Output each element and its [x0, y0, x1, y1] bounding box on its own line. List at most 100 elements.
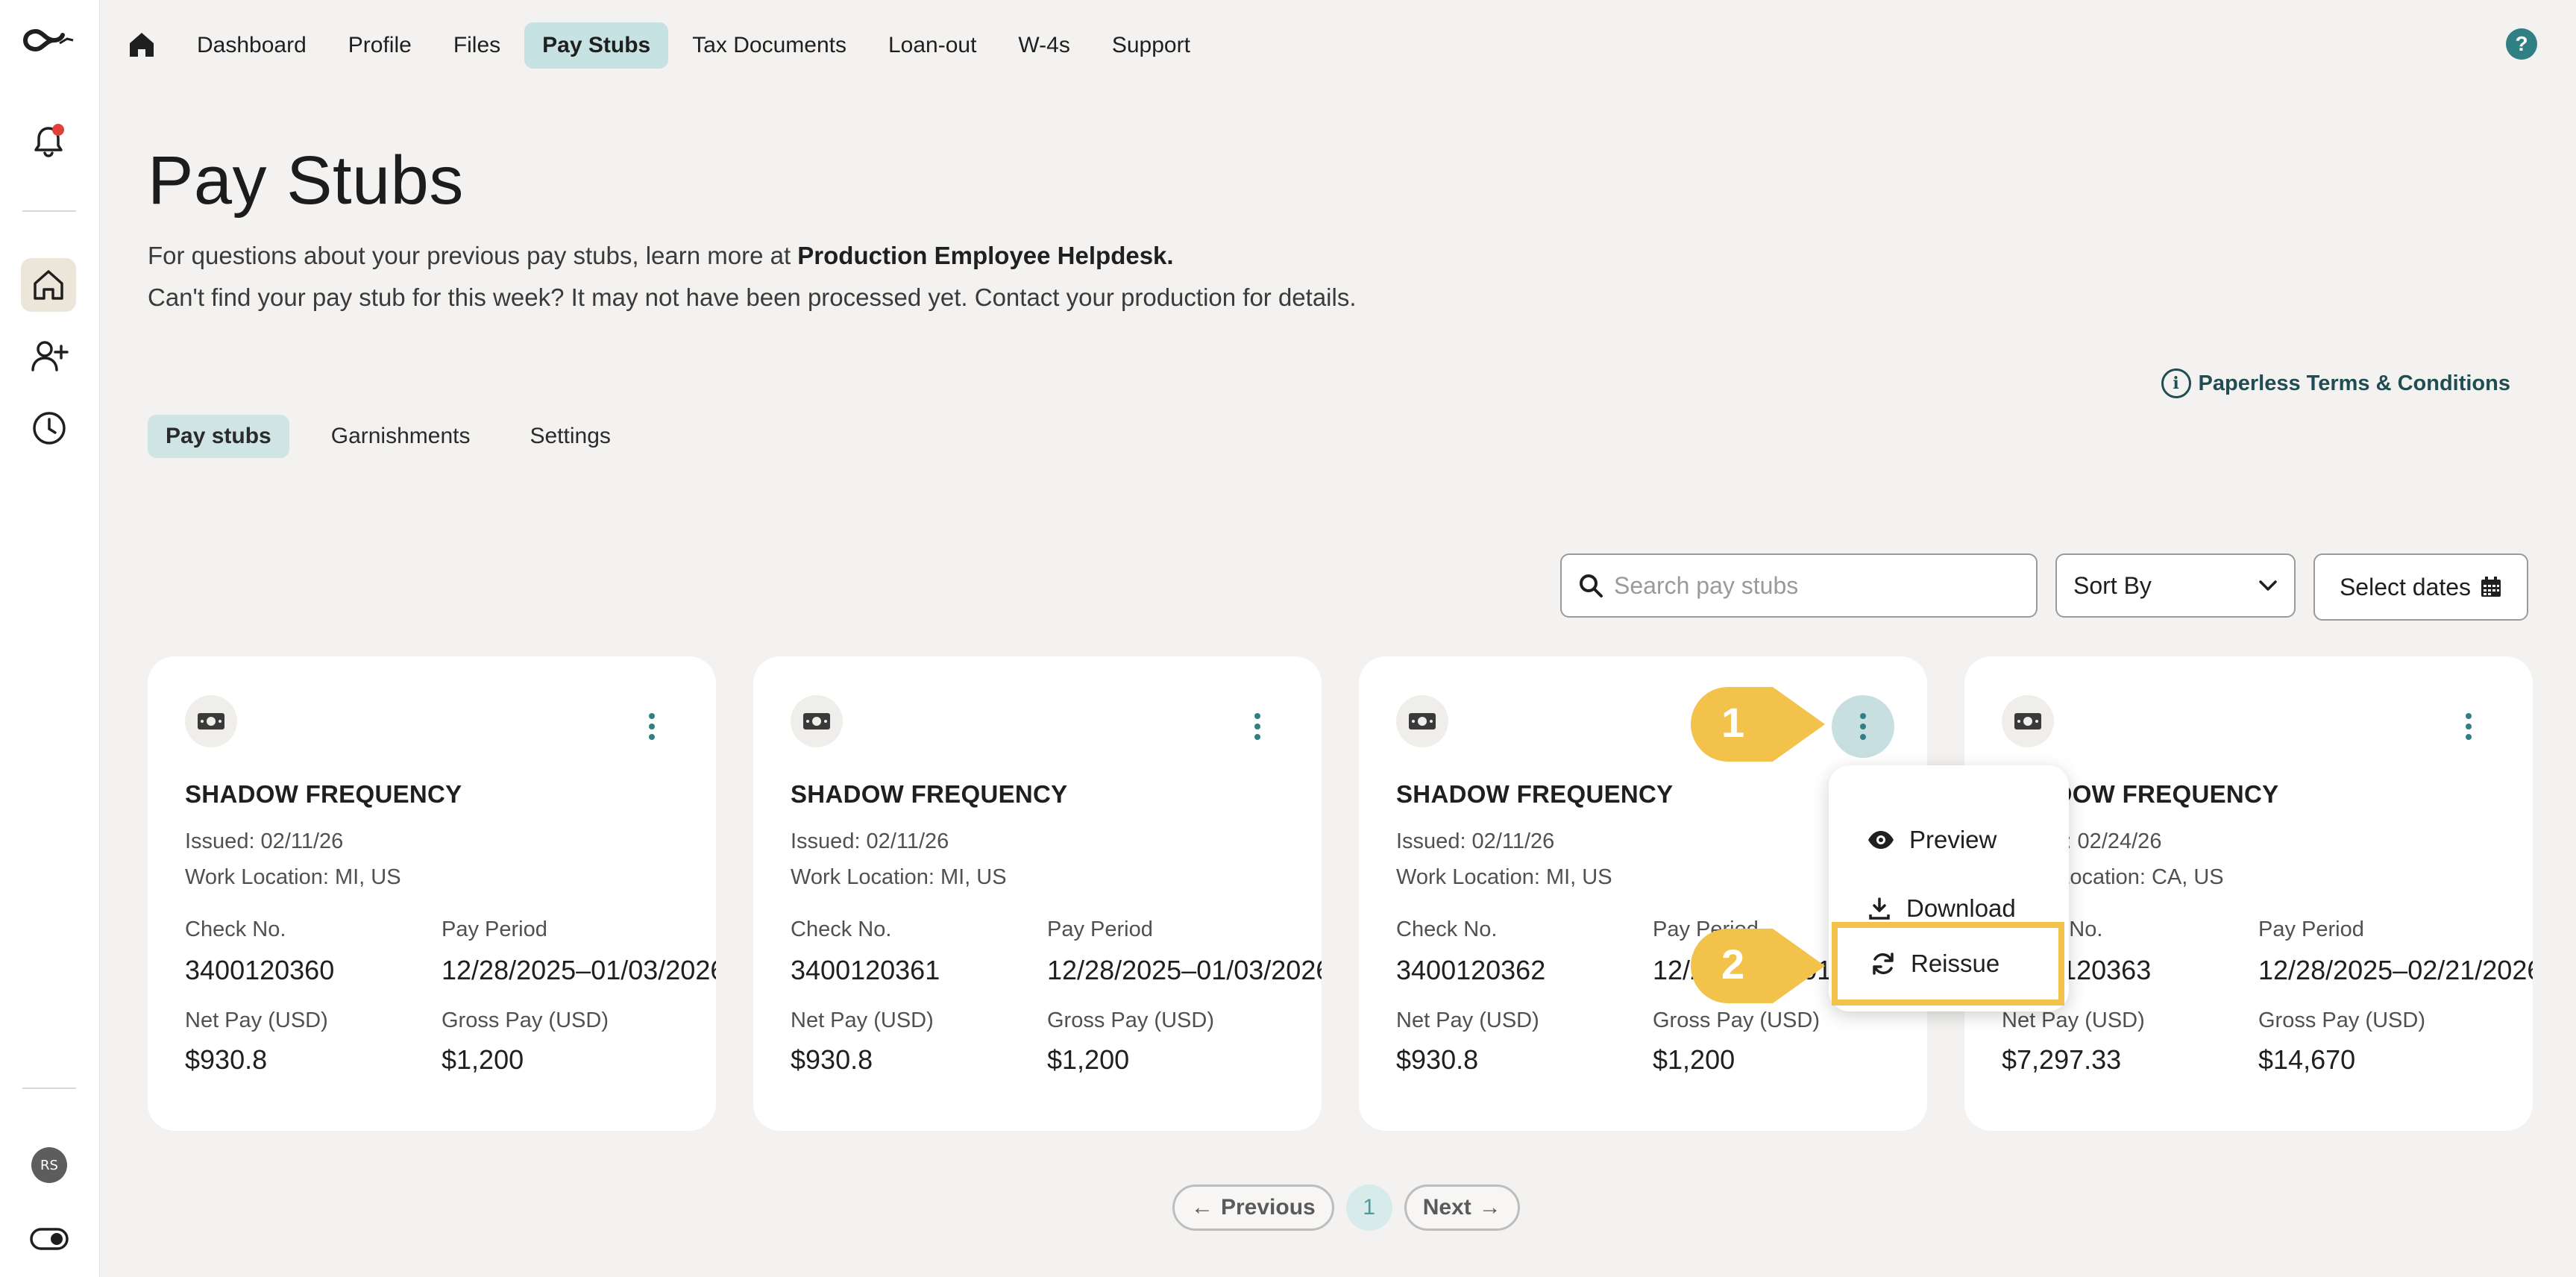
- net-pay-label: Net Pay (USD): [1396, 1008, 1539, 1032]
- theme-toggle-icon[interactable]: [30, 1228, 69, 1250]
- net-pay-label: Net Pay (USD): [185, 1008, 328, 1032]
- download-icon: [1869, 897, 1890, 920]
- previous-page-button[interactable]: ← Previous: [1172, 1185, 1334, 1231]
- gross-pay-value: $1,200: [1653, 1044, 1735, 1075]
- page-number-current[interactable]: 1: [1345, 1185, 1392, 1231]
- kebab-menu-icon: [649, 713, 655, 740]
- sort-by-select[interactable]: Sort By: [2055, 553, 2296, 618]
- callout-number: 2: [1721, 941, 1745, 988]
- cash-icon: [1396, 695, 1448, 747]
- check-no-label: Check No.: [185, 917, 286, 941]
- nav-item-loan-out[interactable]: Loan-out: [870, 22, 994, 69]
- kebab-menu-icon: [1860, 713, 1866, 740]
- issued-date: Issued: 02/11/26: [791, 829, 949, 853]
- menu-item-label: Preview: [1909, 826, 1997, 853]
- net-pay-value: $930.8: [1396, 1044, 1479, 1075]
- pay-period-label: Pay Period: [2258, 917, 2364, 941]
- home-icon: [34, 270, 63, 300]
- callout-arrow-shape: [1691, 929, 1825, 1003]
- menu-item-reissue[interactable]: Reissue: [1832, 922, 2064, 1005]
- nav-item-tax-documents[interactable]: Tax Documents: [674, 22, 864, 69]
- net-pay-value: $930.8: [791, 1044, 873, 1075]
- gross-pay-label: Gross Pay (USD): [2258, 1008, 2425, 1032]
- gross-pay-value: $14,670: [2258, 1044, 2356, 1075]
- pay-period-label: Pay Period: [1047, 917, 1153, 941]
- next-label: Next: [1422, 1195, 1471, 1220]
- check-no-label: Check No.: [791, 917, 892, 941]
- more-options-button[interactable]: [1832, 695, 1894, 758]
- search-input[interactable]: [1614, 571, 2032, 600]
- gross-pay-label: Gross Pay (USD): [442, 1008, 609, 1032]
- menu-item-label: Reissue: [1911, 950, 2000, 977]
- nav-item-dashboard[interactable]: Dashboard: [179, 22, 324, 69]
- pay-stub-card: SHADOW FREQUENCY Issued: 02/11/26 Work L…: [753, 656, 1322, 1131]
- check-no-label: Check No.: [1396, 917, 1498, 941]
- tab-garnishments[interactable]: Garnishments: [313, 415, 489, 458]
- net-pay-label: Net Pay (USD): [791, 1008, 934, 1032]
- gross-pay-label: Gross Pay (USD): [1653, 1008, 1820, 1032]
- nav-item-w-4s[interactable]: W-4s: [1000, 22, 1087, 69]
- terms-label: Paperless Terms & Conditions: [2198, 371, 2510, 395]
- cash-icon: [185, 695, 237, 747]
- help-icon[interactable]: ?: [2506, 28, 2537, 60]
- paperless-terms-link[interactable]: i Paperless Terms & Conditions: [2161, 368, 2510, 398]
- issued-date: Issued: 02/11/26: [1396, 829, 1555, 853]
- add-user-icon[interactable]: [28, 336, 70, 377]
- rail-divider: [22, 210, 76, 212]
- menu-item-preview[interactable]: Preview: [1829, 810, 2069, 870]
- net-pay-value: $7,297.33: [2002, 1044, 2122, 1075]
- callout-number: 1: [1721, 699, 1745, 746]
- eye-icon: [1868, 831, 1894, 849]
- search-field[interactable]: [1560, 553, 2038, 618]
- logo-icon[interactable]: [21, 25, 78, 55]
- refresh-icon: [1873, 953, 1894, 975]
- pay-period-value: 12/28/2025–01/03/2026: [442, 955, 716, 985]
- pay-period-value: 12/28/2025–02/21/2026: [2258, 955, 2533, 985]
- select-dates-button[interactable]: Select dates: [2313, 553, 2528, 621]
- chevron-down-icon: [2259, 580, 2277, 591]
- gross-pay-value: $1,200: [442, 1044, 524, 1075]
- nav-item-support[interactable]: Support: [1094, 22, 1208, 69]
- cash-icon: [791, 695, 843, 747]
- employer-name: SHADOW FREQUENCY: [1396, 780, 1674, 808]
- more-options-button[interactable]: [2437, 695, 2500, 758]
- gross-pay-label: Gross Pay (USD): [1047, 1008, 1214, 1032]
- page-title: Pay Stubs: [148, 142, 464, 219]
- arrow-left-icon: ←: [1191, 1195, 1213, 1220]
- page-subtitle: For questions about your previous pay st…: [148, 242, 1174, 270]
- more-options-button[interactable]: [1226, 695, 1289, 758]
- employer-name: SHADOW FREQUENCY: [185, 780, 462, 808]
- helpdesk-link[interactable]: Production Employee Helpdesk.: [797, 242, 1173, 269]
- next-page-button[interactable]: Next →: [1404, 1185, 1520, 1231]
- home-icon[interactable]: [127, 30, 157, 60]
- arrow-right-icon: →: [1478, 1195, 1501, 1220]
- subtitle-text: For questions about your previous pay st…: [148, 242, 798, 269]
- check-no-value: 3400120361: [791, 955, 940, 985]
- pay-period-label: Pay Period: [442, 917, 547, 941]
- work-location: Work Location: MI, US: [185, 865, 401, 889]
- clock-icon[interactable]: [30, 409, 69, 448]
- info-icon: i: [2161, 368, 2191, 398]
- nav-menu: Dashboard Profile Files Pay Stubs Tax Docume…: [179, 22, 1214, 69]
- nav-item-files[interactable]: Files: [436, 22, 518, 69]
- tab-settings[interactable]: Settings: [512, 415, 628, 458]
- pagination: ← Previous 1 Next →: [1172, 1185, 1520, 1231]
- nav-item-profile[interactable]: Profile: [330, 22, 430, 69]
- more-options-button[interactable]: [621, 695, 683, 758]
- step-callout-2: 2: [1687, 925, 1829, 1007]
- callout-arrow-shape: [1691, 687, 1825, 762]
- pay-period-value: 12/28/2025–01/03/2026: [1047, 955, 1322, 985]
- check-no-value: 3400120362: [1396, 955, 1546, 985]
- kebab-menu-icon: [2466, 713, 2472, 740]
- nav-item-pay-stubs[interactable]: Pay Stubs: [524, 22, 669, 69]
- left-rail: RS: [0, 0, 100, 1277]
- notifications-button[interactable]: [30, 122, 67, 160]
- pay-stub-card: SHADOW FREQUENCY Issued: 02/11/26 Work L…: [148, 656, 716, 1131]
- gross-pay-value: $1,200: [1047, 1044, 1130, 1075]
- tab-pay-stubs[interactable]: Pay stubs: [148, 415, 289, 458]
- select-dates-label: Select dates: [2339, 573, 2472, 600]
- sort-by-label: Sort By: [2073, 571, 2152, 599]
- rail-divider: [22, 1088, 76, 1089]
- avatar[interactable]: RS: [31, 1147, 67, 1183]
- rail-home-button[interactable]: [21, 258, 76, 312]
